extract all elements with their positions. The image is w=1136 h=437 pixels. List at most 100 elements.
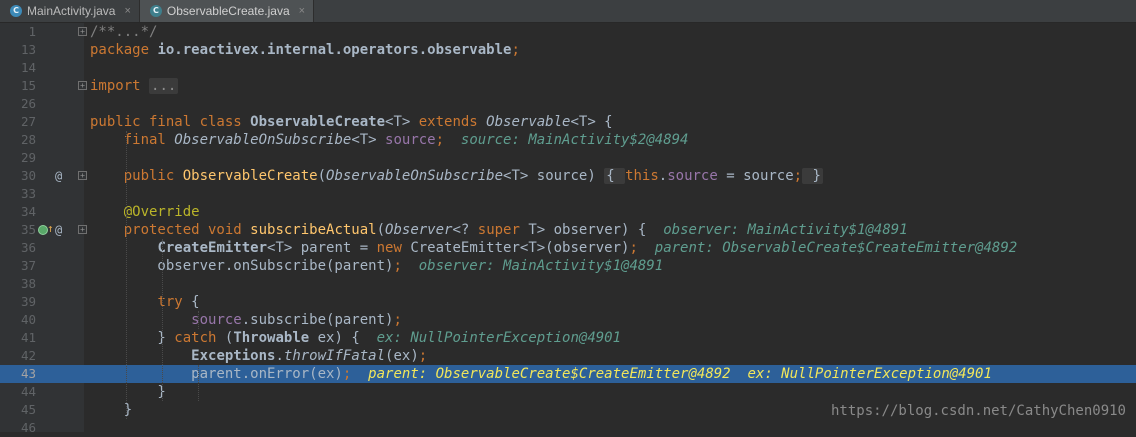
code-token: source xyxy=(667,168,718,184)
code-line[interactable]: 27 public final class ObservableCreate<T>… xyxy=(0,113,1136,131)
code-line[interactable]: 38 xyxy=(0,275,1136,293)
code-text: } xyxy=(90,383,165,401)
code-token: catch xyxy=(174,330,225,346)
line-number[interactable]: 44 xyxy=(0,383,36,401)
line-number[interactable]: 46 xyxy=(0,419,36,437)
code-token: Observer xyxy=(385,222,453,238)
line-number[interactable]: 40 xyxy=(0,311,36,329)
code-token: { xyxy=(604,168,626,184)
code-line[interactable]: 46 xyxy=(0,419,1136,437)
editor-tab-bar: C MainActivity.java × C ObservableCreate… xyxy=(0,0,1136,23)
code-token: super xyxy=(477,222,529,238)
line-number[interactable]: 45 xyxy=(0,401,36,419)
code-editor[interactable]: 1 +/**...*/13 package io.reactivex.interna… xyxy=(0,23,1136,435)
line-number[interactable]: 39 xyxy=(0,293,36,311)
code-line[interactable]: 13 package io.reactivex.internal.operator… xyxy=(0,41,1136,59)
debug-inline-value: observer: MainActivity$1@4891 xyxy=(646,222,908,238)
tab-main-activity[interactable]: C MainActivity.java × xyxy=(0,0,140,22)
code-token: throwIfFatal xyxy=(283,348,386,364)
line-number[interactable]: 28 xyxy=(0,131,36,149)
tab-observable-create[interactable]: C ObservableCreate.java × xyxy=(139,0,315,22)
code-line[interactable]: 14 xyxy=(0,59,1136,77)
fold-toggle-icon[interactable]: + xyxy=(78,27,87,36)
line-number[interactable]: 36 xyxy=(0,239,36,257)
current-execution-line[interactable]: 43 parent.onError(ex); parent: Observabl… xyxy=(0,365,1136,383)
tab-label: MainActivity.java xyxy=(27,4,116,18)
code-token: ObservableCreate xyxy=(182,168,318,184)
code-text: CreateEmitter<T> parent = new CreateEmit… xyxy=(90,239,1017,257)
override-icon[interactable]: @ xyxy=(55,221,62,239)
code-line[interactable]: 41 } catch (Throwable ex) { ex: NullPoin… xyxy=(0,329,1136,347)
code-line[interactable]: 30 @ + public ObservableCreate(ObservableO… xyxy=(0,167,1136,185)
debug-inline-value: source: MainActivity$2@4894 xyxy=(444,132,689,148)
close-icon[interactable]: × xyxy=(299,5,305,17)
code-token: CreateEmitter xyxy=(157,240,268,256)
line-number[interactable]: 37 xyxy=(0,257,36,275)
line-number[interactable]: 38 xyxy=(0,275,36,293)
code-text: Exceptions.throwIfFatal(ex); xyxy=(90,347,427,365)
code-line[interactable]: 44 } xyxy=(0,383,1136,401)
code-line[interactable]: 35 ↑ @ + protected void subscribeActual(Obs… xyxy=(0,221,1136,239)
code-line[interactable]: 26 xyxy=(0,95,1136,113)
code-line[interactable]: 42 Exceptions.throwIfFatal(ex); xyxy=(0,347,1136,365)
code-line[interactable]: 34 @Override xyxy=(0,203,1136,221)
code-line[interactable]: 39 try { xyxy=(0,293,1136,311)
line-number[interactable]: 15 xyxy=(0,77,36,95)
debug-inline-value: parent: ObservableCreate$CreateEmitter@4… xyxy=(637,240,1018,256)
code-line[interactable]: 15 + import ... xyxy=(0,77,1136,95)
code-token: observer.onSubscribe(parent) xyxy=(90,258,394,274)
code-token: T> observer) { xyxy=(528,222,647,238)
code-line[interactable]: 28 final ObservableOnSubscribe<T> source… xyxy=(0,131,1136,149)
fold-toggle-icon[interactable]: + xyxy=(78,225,87,234)
code-token: <T> xyxy=(351,132,386,148)
tab-label: ObservableCreate.java xyxy=(166,4,290,18)
line-number[interactable]: 27 xyxy=(0,113,36,131)
code-token: Exceptions xyxy=(191,348,276,364)
line-number[interactable]: 26 xyxy=(0,95,36,113)
code-line[interactable]: 37 observer.onSubscribe(parent); observe… xyxy=(0,257,1136,275)
code-token: parent.onError(ex) xyxy=(90,366,343,382)
code-text: import ... xyxy=(90,77,179,95)
line-number[interactable]: 33 xyxy=(0,185,36,203)
code-token: subscribeActual xyxy=(250,222,377,238)
code-token: <T> source) xyxy=(503,168,605,184)
code-token: extends xyxy=(418,114,487,130)
line-number[interactable]: 41 xyxy=(0,329,36,347)
line-number[interactable]: 14 xyxy=(0,59,36,77)
code-token: ; xyxy=(629,240,638,256)
debug-inline-value: ex: NullPointerException@4901 xyxy=(359,330,622,346)
fold-toggle-icon[interactable]: + xyxy=(78,81,87,90)
code-line[interactable]: 40 source.subscribe(parent); xyxy=(0,311,1136,329)
code-line[interactable]: 33 xyxy=(0,185,1136,203)
code-token: } xyxy=(802,168,823,184)
code-line[interactable]: 29 xyxy=(0,149,1136,167)
code-token: <T> parent = xyxy=(267,240,377,256)
code-token: source xyxy=(385,132,436,148)
code-token: Throwable xyxy=(233,330,310,346)
line-number[interactable]: 13 xyxy=(0,41,36,59)
overrides-arrow-icon[interactable]: ↑ xyxy=(47,220,54,238)
code-token: public xyxy=(123,168,183,184)
code-token: final xyxy=(123,132,175,148)
code-token: { xyxy=(191,294,200,310)
close-icon[interactable]: × xyxy=(124,5,130,17)
fold-toggle-icon[interactable]: + xyxy=(78,171,87,180)
line-number[interactable]: 1 xyxy=(0,23,36,41)
code-line[interactable]: 1 +/**...*/ xyxy=(0,23,1136,41)
code-line[interactable]: 36 CreateEmitter<T> parent = new CreateE… xyxy=(0,239,1136,257)
code-text: } catch (Throwable ex) { ex: NullPointer… xyxy=(90,329,621,347)
implementation-icon[interactable]: @ xyxy=(55,167,62,185)
code-text: package io.reactivex.internal.operators.… xyxy=(90,41,520,59)
line-number[interactable]: 29 xyxy=(0,149,36,167)
line-number[interactable]: 43 xyxy=(0,365,36,383)
line-number[interactable]: 42 xyxy=(0,347,36,365)
line-number[interactable]: 35 xyxy=(0,221,36,239)
line-number[interactable]: 34 xyxy=(0,203,36,221)
code-token: ; xyxy=(435,132,445,148)
code-token: protected void xyxy=(123,222,251,238)
line-number[interactable]: 30 xyxy=(0,167,36,185)
